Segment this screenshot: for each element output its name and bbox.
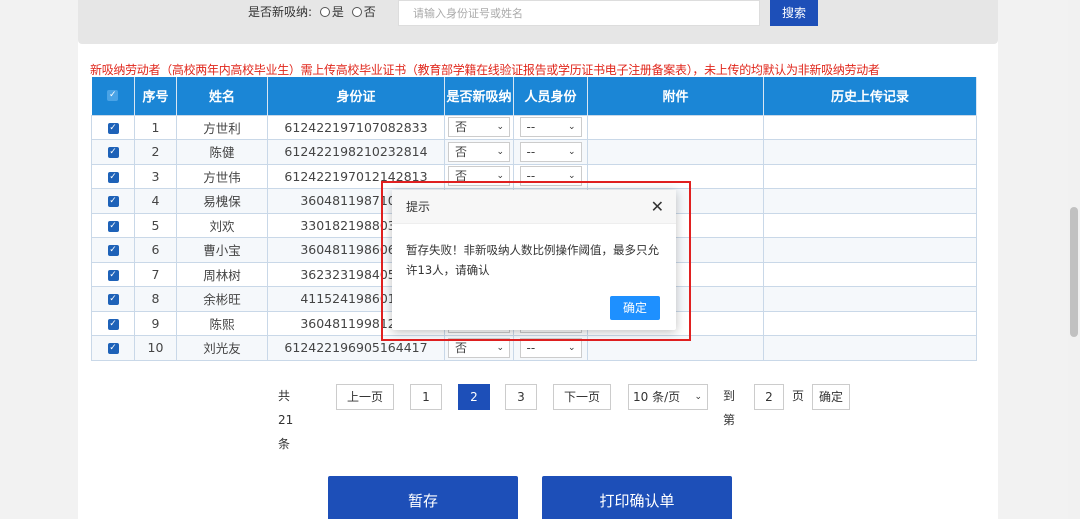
filter-label: 是否新吸纳: [248,5,313,19]
cell-id-card: 612422197107082833 [267,114,445,140]
cell-index: 7 [134,261,177,287]
search-panel: 是否新吸纳: 是 否 搜索 [78,0,998,44]
row-checkbox[interactable]: ✓ [107,196,119,208]
table-row: ✓ 2 陈健 612422198210232814 否 ⌄ -- ⌄ [91,139,977,165]
row-checkbox[interactable]: ✓ [107,343,119,355]
is-new-select[interactable]: 否⌄ [448,141,510,162]
cell-history [763,286,977,312]
cell-attachment [587,114,764,140]
cell-index: 1 [134,114,177,140]
cell-name: 陈健 [176,139,268,165]
table-row: ✓ 1 方世利 612422197107082833 否 ⌄ -- ⌄ [91,114,977,140]
header-is-new: 是否新吸纳 [444,77,514,115]
cell-name: 陈熙 [176,310,268,336]
cell-name: 方世伟 [176,163,268,189]
header-name: 姓名 [176,77,268,115]
cell-history [763,139,977,165]
next-page-button[interactable]: 下一页 [553,384,611,410]
cell-history [763,188,977,214]
cell-history [763,335,977,361]
chevron-down-icon: ⌄ [496,342,504,353]
cell-index: 8 [134,286,177,312]
goto-label: 到第 [723,389,736,427]
goto-confirm-button[interactable]: 确定 [812,384,850,410]
goto-page-input[interactable]: 2 [754,384,784,410]
page-2-button[interactable]: 2 [458,384,490,410]
cell-name: 易槐保 [176,188,268,214]
prev-page-button[interactable]: 上一页 [336,384,394,410]
upload-notice: 新吸纳劳动者（高校两年内高校毕业生）需上传高校毕业证书（教育部学籍在线验证报告或… [90,63,880,77]
is-new-select[interactable]: 否⌄ [448,117,510,138]
header-attachment: 附件 [587,77,764,115]
search-input[interactable] [398,0,760,26]
chevron-down-icon: ⌄ [567,146,576,157]
identity-select[interactable]: --⌄ [519,141,582,162]
cell-name: 余彬旺 [176,286,268,312]
cell-name: 刘欢 [176,212,268,238]
print-confirmation-button[interactable]: 打印确认单 [542,476,732,519]
cell-history [763,114,977,140]
save-draft-button[interactable]: 暂存 [328,476,518,519]
header-check-all[interactable]: ✓ [91,77,135,115]
cell-name: 曹小宝 [176,237,268,263]
cell-history [763,261,977,287]
header-index: 序号 [134,77,177,115]
cell-name: 刘光友 [176,335,268,361]
row-checkbox[interactable]: ✓ [107,220,119,232]
dialog-ok-button[interactable]: 确定 [610,296,660,320]
cell-id-card: 612422198210232814 [267,139,445,165]
search-button[interactable]: 搜索 [770,0,818,26]
table-header-row: ✓ 序号 姓名 身份证 是否新吸纳 人员身份 附件 历史上传记录 [91,77,977,115]
cell-name: 方世利 [176,114,268,140]
cell-history [763,163,977,189]
cell-index: 6 [134,237,177,263]
header-history: 历史上传记录 [763,77,977,115]
alert-dialog: 提示 ✕ 暂存失败！非新吸纳人数比例操作阈值，最多只允许13人，请确认 确定 [392,190,676,330]
cell-index: 9 [134,310,177,336]
row-checkbox[interactable]: ✓ [107,171,119,183]
header-id-card: 身份证 [267,77,445,115]
radio-no-label[interactable]: 否 [364,5,376,19]
dialog-title: 提示 [406,200,431,214]
dialog-header: 提示 ✕ [392,190,676,224]
new-hire-filter: 是否新吸纳: 是 否 [248,3,376,20]
chevron-down-icon: ⌄ [567,342,576,353]
page-size-select[interactable]: 10 条/页 ⌄ [628,384,708,410]
close-icon[interactable]: ✕ [651,190,664,224]
header-identity: 人员身份 [513,77,588,115]
chevron-down-icon: ⌄ [567,122,576,133]
page-3-button[interactable]: 3 [505,384,537,410]
check-all-checkbox[interactable]: ✓ [107,90,119,102]
chevron-down-icon: ⌄ [496,122,504,133]
row-checkbox[interactable]: ✓ [107,245,119,257]
total-count: 共 21 条 [278,389,294,451]
row-checkbox[interactable]: ✓ [107,269,119,281]
dialog-message: 暂存失败！非新吸纳人数比例操作阈值，最多只允许13人，请确认 [406,243,659,277]
cell-history [763,310,977,336]
cell-attachment [587,139,764,165]
page-1-button[interactable]: 1 [410,384,442,410]
radio-yes[interactable] [319,7,330,17]
radio-yes-label[interactable]: 是 [332,5,344,19]
row-checkbox[interactable]: ✓ [107,147,119,159]
row-checkbox[interactable]: ✓ [107,318,119,330]
cell-index: 10 [134,335,177,361]
cell-index: 5 [134,212,177,238]
vertical-scrollbar[interactable] [1068,0,1080,519]
cell-name: 周林树 [176,261,268,287]
scrollbar-thumb[interactable] [1070,207,1078,337]
row-checkbox[interactable]: ✓ [107,122,119,134]
chevron-down-icon: ⌄ [496,146,504,157]
identity-select[interactable]: --⌄ [519,117,582,138]
radio-no[interactable] [351,7,362,17]
cell-history [763,212,977,238]
row-checkbox[interactable]: ✓ [107,294,119,306]
cell-index: 2 [134,139,177,165]
page-unit-label: 页 [792,389,805,403]
chevron-down-icon: ⌄ [694,392,702,402]
cell-index: 3 [134,163,177,189]
cell-history [763,237,977,263]
cell-index: 4 [134,188,177,214]
